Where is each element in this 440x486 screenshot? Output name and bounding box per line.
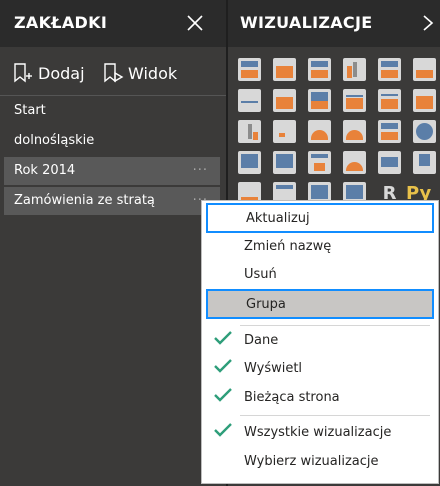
funnel-chart-icon[interactable] [308,151,331,174]
clustered-column-chart-icon[interactable] [343,58,366,81]
menu-item-label: Wybierz wizualizacje [244,453,379,469]
menu-separator [240,415,430,416]
card-icon[interactable] [378,151,401,174]
bookmarks-title: ZAKŁADKI [14,13,108,32]
menu-item-display[interactable]: Wyświetl [206,353,434,383]
stacked-column-chart-icon[interactable] [273,58,296,81]
shape-map-icon[interactable] [273,151,296,174]
menu-item-label: Wszystkie wizualizacje [244,424,392,440]
bookmark-item-label: dolnośląskie [14,133,95,148]
bookmark-item-label: Start [14,103,46,118]
bookmark-item[interactable]: Zamówienia ze stratą ··· [4,187,220,215]
visualizations-header: WIZUALIZACJE [228,0,440,47]
ribbon-chart-icon[interactable] [413,89,436,112]
checkmark-icon [214,331,232,345]
scatter-chart-icon[interactable] [273,120,296,143]
view-bookmark-icon [104,63,124,83]
add-bookmark-icon [14,63,32,83]
bookmarks-pane: ZAKŁADKI Dodaj Widok Start dolnośląskie [0,0,226,486]
menu-item-update[interactable]: Aktualizuj [206,203,434,233]
globe-map-icon[interactable] [413,120,436,143]
menu-item-delete[interactable]: Usuń [206,259,434,289]
chevron-right-icon[interactable] [422,14,434,32]
menu-item-rename[interactable]: Zmień nazwę [206,231,434,261]
menu-item-label: Grupa [246,296,286,312]
100-bar-chart-icon[interactable] [378,58,401,81]
bookmark-item[interactable]: Start [4,97,220,125]
bookmark-item-label: Zamówienia ze stratą [14,193,155,208]
add-bookmark-label: Dodaj [38,63,85,83]
line-stacked-column-chart-icon[interactable] [378,89,401,112]
visualizations-title: WIZUALIZACJE [240,13,373,32]
waterfall-chart-icon[interactable] [238,120,261,143]
clustered-bar-chart-icon[interactable] [308,58,331,81]
view-bookmark-button[interactable]: Widok [102,56,177,90]
bookmark-context-menu: Aktualizuj Zmień nazwę Usuń Grupa Dane W… [201,200,439,484]
checkmark-icon [214,359,232,373]
menu-item-label: Dane [244,332,279,348]
view-bookmark-label: Widok [128,63,178,83]
close-icon[interactable] [184,12,206,34]
bookmark-item[interactable]: Rok 2014 ··· [4,157,220,185]
menu-item-label: Usuń [244,266,277,282]
menu-item-current-page[interactable]: Bieżąca strona [206,382,434,412]
stacked-area-chart-icon[interactable] [308,89,331,112]
filled-map-icon[interactable] [238,151,261,174]
menu-item-group[interactable]: Grupa [206,289,434,319]
donut-chart-icon[interactable] [343,120,366,143]
bookmarks-toolbar: Dodaj Widok [0,56,226,94]
checkmark-icon [214,423,232,437]
more-options-icon[interactable]: ··· [193,157,208,185]
menu-item-selected-visuals[interactable]: Wybierz wizualizacje [206,446,434,476]
menu-item-label: Wyświetl [244,360,303,376]
menu-item-all-visuals[interactable]: Wszystkie wizualizacje [206,417,434,447]
menu-item-label: Aktualizuj [246,210,310,226]
add-bookmark-button[interactable]: Dodaj [12,56,85,90]
bookmarks-header: ZAKŁADKI [0,0,226,47]
treemap-icon[interactable] [378,120,401,143]
100-column-chart-icon[interactable] [413,58,436,81]
checkmark-icon [214,388,232,402]
line-column-chart-icon[interactable] [343,89,366,112]
menu-item-label: Zmień nazwę [244,238,332,254]
pie-chart-icon[interactable] [308,120,331,143]
area-chart-icon[interactable] [273,89,296,112]
line-chart-icon[interactable] [238,89,261,112]
bookmark-item[interactable]: dolnośląskie [4,127,220,155]
stacked-bar-chart-icon[interactable] [238,58,261,81]
gauge-icon[interactable] [343,151,366,174]
menu-item-label: Bieżąca strona [244,389,340,405]
menu-item-data[interactable]: Dane [206,325,434,355]
toolbar-divider [0,95,226,96]
multi-row-card-icon[interactable] [413,151,436,174]
bookmark-item-label: Rok 2014 [14,163,76,178]
